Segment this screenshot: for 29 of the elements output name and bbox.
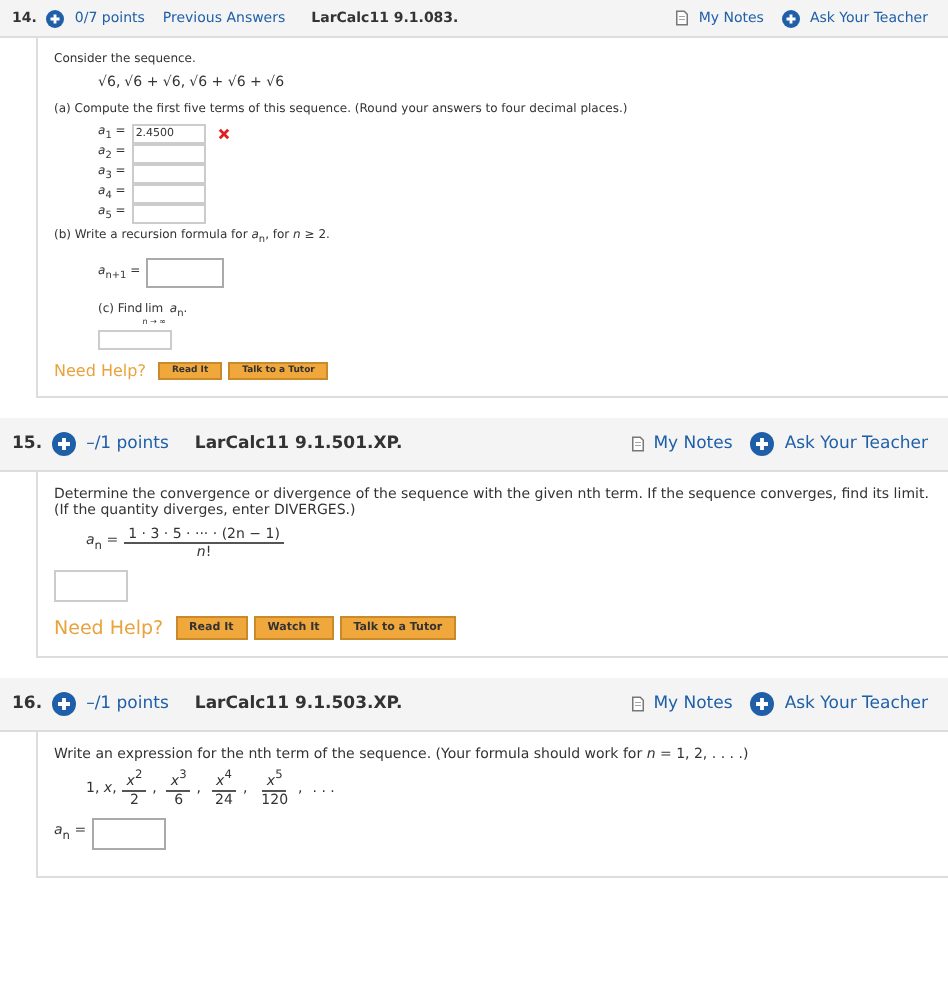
problem-code: LarCalc11 9.1.503.XP.: [194, 694, 403, 715]
ask-teacher-link[interactable]: Ask Your Teacher: [784, 694, 928, 715]
answer-field[interactable]: [131, 184, 206, 204]
plus-icon[interactable]: [52, 692, 77, 717]
points-label: –/1 points: [86, 694, 169, 715]
question-number: 16.: [12, 694, 43, 715]
answer-field[interactable]: [92, 817, 167, 850]
note-icon[interactable]: [631, 696, 644, 713]
need-help-label: Need Help?: [54, 617, 164, 640]
plus-icon[interactable]: [750, 692, 775, 717]
my-notes-link[interactable]: My Notes: [653, 434, 733, 455]
note-icon[interactable]: [631, 436, 644, 453]
points-label: –/1 points: [86, 434, 169, 455]
plus-icon[interactable]: [750, 432, 775, 457]
plus-icon[interactable]: [52, 432, 77, 457]
ask-teacher-link[interactable]: Ask Your Teacher: [784, 434, 928, 455]
problem-code: LarCalc11 9.1.501.XP.: [194, 434, 403, 455]
answer-field[interactable]: [131, 164, 206, 184]
question-number: 15.: [12, 434, 43, 455]
my-notes-link[interactable]: My Notes: [653, 694, 733, 715]
answer-field[interactable]: [131, 144, 206, 164]
answer-field[interactable]: [146, 257, 225, 288]
note-icon[interactable]: [676, 10, 689, 26]
need-help-label: Need Help?: [54, 362, 146, 381]
answer-field[interactable]: [98, 330, 172, 351]
plus-icon[interactable]: [46, 9, 65, 27]
plus-icon[interactable]: [781, 9, 800, 27]
answer-field[interactable]: [131, 204, 206, 224]
answer-field[interactable]: [54, 570, 128, 603]
